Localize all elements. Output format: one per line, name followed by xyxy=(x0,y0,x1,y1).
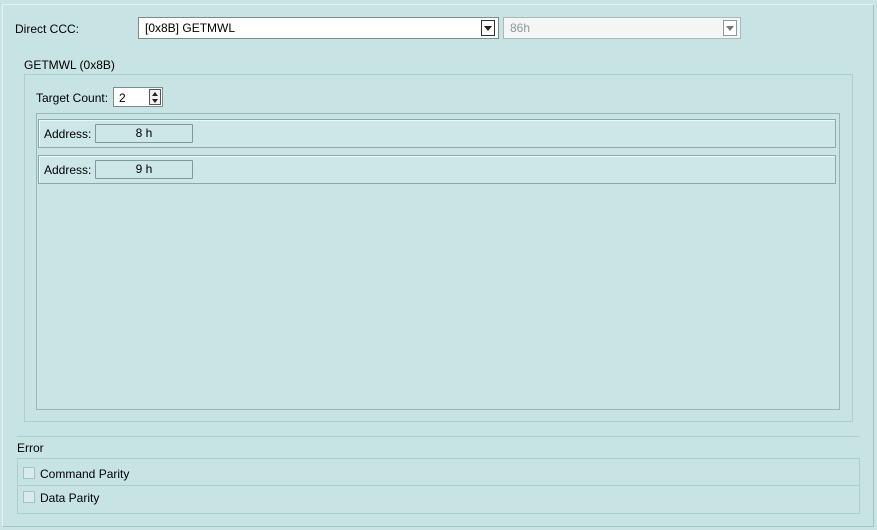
target-count-spinbox[interactable]: 2 xyxy=(113,87,163,107)
target-count-value: 2 xyxy=(119,91,126,105)
chevron-down-icon xyxy=(723,20,737,36)
command-parity-option[interactable]: Command Parity xyxy=(23,466,163,482)
error-group-title: Error xyxy=(17,441,44,455)
direct-ccc-value: [0x8B] GETMWL xyxy=(145,21,236,35)
data-parity-label: Data Parity xyxy=(40,491,100,505)
address-row: Address: 8 h xyxy=(38,119,836,148)
error-group-divider xyxy=(17,485,860,486)
address-label: Address: xyxy=(44,163,92,177)
direct-ccc-select[interactable]: [0x8B] GETMWL xyxy=(138,17,499,39)
chevron-down-icon[interactable] xyxy=(481,20,495,36)
target-address-select: 86h xyxy=(503,17,741,39)
arrow-down-icon[interactable] xyxy=(152,99,158,103)
error-group-divider xyxy=(17,436,860,437)
target-address-value: 86h xyxy=(510,21,531,35)
data-parity-option[interactable]: Data Parity xyxy=(23,490,163,506)
address-row: Address: 9 h xyxy=(38,155,836,184)
address-label: Address: xyxy=(44,127,92,141)
address-field[interactable]: 8 h xyxy=(95,124,193,143)
address-field[interactable]: 9 h xyxy=(95,160,193,179)
spinner-arrows-icon[interactable] xyxy=(149,89,161,105)
data-parity-checkbox[interactable] xyxy=(23,491,35,503)
command-parity-label: Command Parity xyxy=(40,467,130,481)
command-parity-checkbox[interactable] xyxy=(23,467,35,479)
direct-ccc-label: Direct CCC: xyxy=(15,22,80,36)
getmwl-group-title: GETMWL (0x8B) xyxy=(24,58,115,72)
target-count-label: Target Count: xyxy=(36,91,109,105)
arrow-up-icon[interactable] xyxy=(152,92,158,96)
